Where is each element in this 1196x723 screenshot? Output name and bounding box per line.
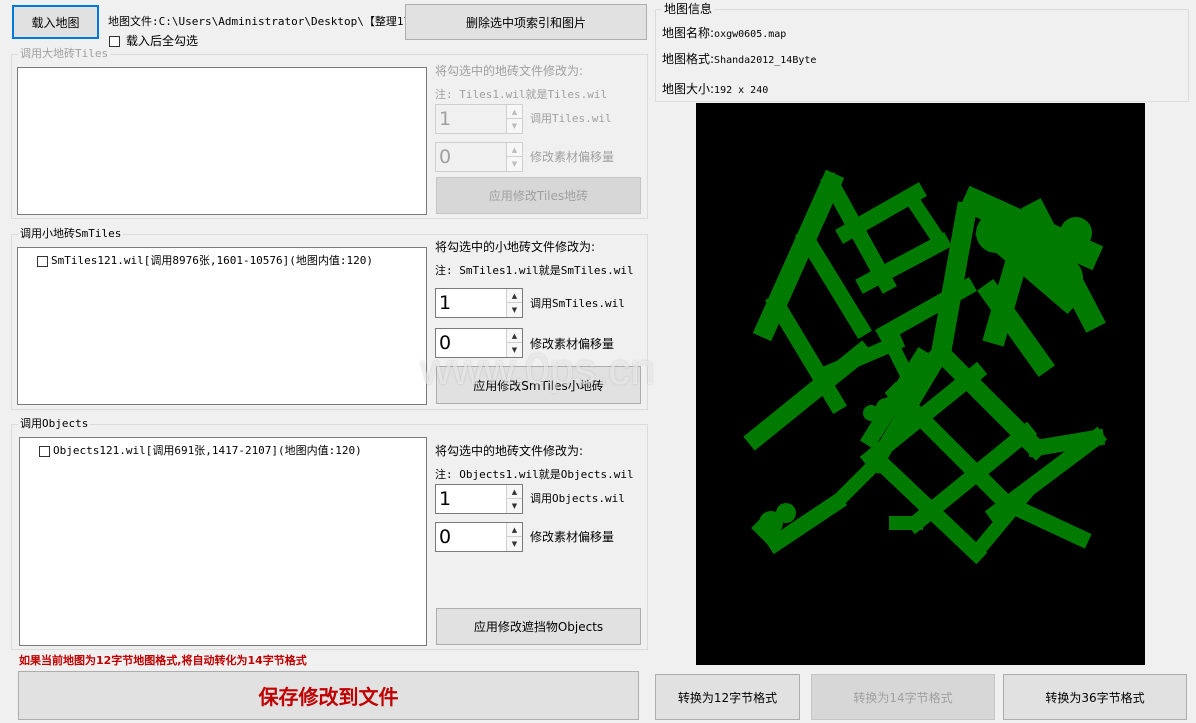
smtiles-item-checkbox[interactable] xyxy=(37,256,48,267)
convert-12-byte-button[interactable]: 转换为12字节格式 xyxy=(655,674,800,720)
smtiles-change-to-label: 将勾选中的小地砖文件修改为: xyxy=(435,240,596,254)
map-file-caption: 地图文件: xyxy=(108,15,159,28)
objects-index-value: 1 xyxy=(439,488,452,510)
check-all-after-load-checkbox[interactable] xyxy=(109,36,120,47)
objects-index-label: 调用Objects.wil xyxy=(530,492,625,505)
spin-down-icon[interactable]: ▼ xyxy=(506,537,522,551)
tiles-note: 注: Tiles1.wil就是Tiles.wil xyxy=(435,88,608,101)
map-name-label: 地图名称: xyxy=(662,26,715,40)
spin-down-icon[interactable]: ▼ xyxy=(506,303,522,317)
tiles-change-to-label: 将勾选中的地砖文件修改为: xyxy=(435,64,584,78)
smtiles-index-stepper[interactable]: 1 ▲ ▼ xyxy=(435,288,523,318)
map-file-label: 地图文件:C:\Users\Administrator\Desktop\【整理1… xyxy=(108,15,421,29)
spin-up-icon[interactable]: ▲ xyxy=(506,523,522,537)
apply-tiles-button[interactable]: 应用修改Tiles地砖 xyxy=(436,177,641,214)
tiles-offset-value: 0 xyxy=(439,146,452,168)
map-name-value: oxgw0605.map xyxy=(714,29,787,40)
map-format-label: 地图格式: xyxy=(662,52,715,66)
objects-list[interactable]: Objects121.wil[调用691张,1417-2107](地图内值:12… xyxy=(19,437,427,646)
save-to-file-button[interactable]: 保存修改到文件 xyxy=(18,671,639,720)
list-item[interactable]: SmTiles121.wil[调用8976张,1601-10576](地图内值:… xyxy=(51,254,373,268)
spin-down-icon[interactable]: ▼ xyxy=(506,119,522,133)
objects-offset-value: 0 xyxy=(439,526,452,548)
spin-up-icon[interactable]: ▲ xyxy=(506,105,522,119)
spin-down-icon[interactable]: ▼ xyxy=(506,157,522,171)
map-size-value: 192 x 240 xyxy=(714,85,769,96)
tiles-list[interactable] xyxy=(17,67,427,215)
spin-up-icon[interactable]: ▲ xyxy=(506,289,522,303)
spin-up-icon[interactable]: ▲ xyxy=(506,485,522,499)
objects-change-to-label: 将勾选中的地砖文件修改为: xyxy=(435,444,584,458)
map-name-row: 地图名称:oxgw0605.map xyxy=(662,26,786,42)
tiles-index-stepper[interactable]: 1 ▲ ▼ xyxy=(435,104,523,134)
tiles-index-label: 调用Tiles.wil xyxy=(530,112,612,125)
smtiles-offset-value: 0 xyxy=(439,332,452,354)
delete-selected-button[interactable]: 删除选中项索引和图片 xyxy=(405,4,647,40)
load-map-button[interactable]: 载入地图 xyxy=(12,5,99,39)
objects-group-title: 调用Objects xyxy=(18,417,91,431)
smtiles-note: 注: SmTiles1.wil就是SmTiles.wil xyxy=(435,264,634,277)
tiles-offset-label: 修改素材偏移量 xyxy=(530,150,615,164)
map-format-value: Shanda2012_14Byte xyxy=(714,55,817,66)
spin-down-icon[interactable]: ▼ xyxy=(506,343,522,357)
smtiles-group-title: 调用小地砖SmTiles xyxy=(18,227,124,241)
convert-14-byte-button[interactable]: 转换为14字节格式 xyxy=(811,674,995,720)
objects-offset-stepper[interactable]: 0 ▲ ▼ xyxy=(435,522,523,552)
tiles-index-value: 1 xyxy=(439,108,452,130)
objects-item-checkbox[interactable] xyxy=(39,446,50,457)
spin-down-icon[interactable]: ▼ xyxy=(506,499,522,513)
list-item[interactable]: Objects121.wil[调用691张,1417-2107](地图内值:12… xyxy=(53,444,362,458)
smtiles-offset-stepper[interactable]: 0 ▲ ▼ xyxy=(435,328,523,358)
smtiles-offset-label: 修改素材偏移量 xyxy=(530,337,615,351)
apply-objects-button[interactable]: 应用修改遮挡物Objects xyxy=(436,608,641,645)
map-info-title: 地图信息 xyxy=(662,2,715,16)
convert-36-byte-button[interactable]: 转换为36字节格式 xyxy=(1003,674,1187,720)
tiles-group-title: 调用大地砖Tiles xyxy=(18,47,111,61)
map-file-path: C:\Users\Administrator\Desktop\【整理17】 xyxy=(158,15,422,28)
smtiles-index-label: 调用SmTiles.wil xyxy=(530,297,625,310)
apply-smtiles-button[interactable]: 应用修改SmTiles小地砖 xyxy=(436,366,641,404)
map-format-row: 地图格式:Shanda2012_14Byte xyxy=(662,52,816,68)
objects-offset-label: 修改素材偏移量 xyxy=(530,530,615,544)
map-size-row: 地图大小:192 x 240 xyxy=(662,82,768,98)
tiles-offset-stepper[interactable]: 0 ▲ ▼ xyxy=(435,142,523,172)
map-preview[interactable] xyxy=(696,103,1145,665)
objects-index-stepper[interactable]: 1 ▲ ▼ xyxy=(435,484,523,514)
check-all-after-load-label: 载入后全勾选 xyxy=(126,34,199,48)
smtiles-index-value: 1 xyxy=(439,292,452,314)
objects-note: 注: Objects1.wil就是Objects.wil xyxy=(435,468,634,481)
spin-up-icon[interactable]: ▲ xyxy=(506,143,522,157)
format-warning: 如果当前地图为12字节地图格式,将自动转化为14字节格式 xyxy=(19,654,307,667)
smtiles-list[interactable]: SmTiles121.wil[调用8976张,1601-10576](地图内值:… xyxy=(17,247,427,405)
map-size-label: 地图大小: xyxy=(662,82,715,96)
map-preview-image xyxy=(743,169,1108,565)
spin-up-icon[interactable]: ▲ xyxy=(506,329,522,343)
